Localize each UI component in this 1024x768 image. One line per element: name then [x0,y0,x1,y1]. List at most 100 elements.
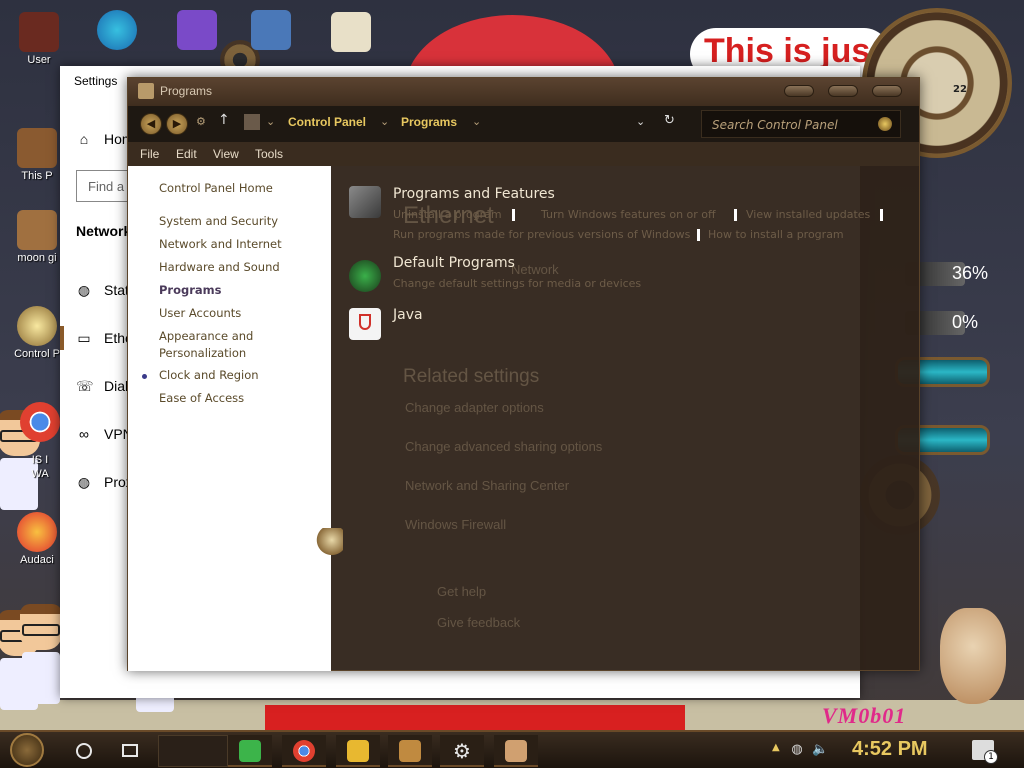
link-change-default-settings[interactable]: Change default settings for media or dev… [393,277,641,290]
link-separator [512,209,515,221]
control-panel-titlebar[interactable]: Programs [128,78,919,106]
wallpaper-gauge-text-1: 36% [952,263,989,283]
wallpaper-gauge-text-2: 0% [952,312,979,332]
taskbar-search-box[interactable] [158,735,228,767]
phone-icon: ☏ [76,378,94,394]
minimize-button[interactable] [784,85,814,97]
settings-nav-vpn[interactable]: ∞ VPN [76,426,133,442]
network-globe-icon[interactable]: ◍ [789,742,805,758]
menu-file[interactable]: File [140,147,159,161]
nav-clock-and-region[interactable]: Clock and Region [159,367,324,384]
category-title-programs-features[interactable]: Programs and Features [393,186,555,202]
cortana-button[interactable] [72,735,96,767]
nav-ease-of-access[interactable]: Ease of Access [159,390,324,407]
visual-studio-icon [177,10,217,50]
globe-icon: ◍ [77,474,91,490]
nav-user-accounts[interactable]: User Accounts [159,305,324,322]
maximize-button[interactable] [828,85,858,97]
settings-title: Settings [74,74,118,88]
desktop-icon-label: User [27,54,51,66]
breadcrumb-programs[interactable]: Programs [401,115,457,129]
settings-gear-icon: ⚙ [453,739,471,763]
desktop-icon-chrome[interactable] [20,402,60,442]
nav-programs[interactable]: Programs [159,282,324,299]
link-separator [880,209,883,221]
desktop-icon-visual-studio[interactable] [162,10,232,50]
menu-edit[interactable]: Edit [176,147,197,161]
desktop-icon-user[interactable]: User [4,12,74,66]
globe-icon: ◍ [77,282,91,298]
nav-network-and-internet[interactable]: Network and Internet [159,236,324,253]
nav-control-panel-home[interactable]: Control Panel Home [159,180,324,197]
taskbar-app-chrome[interactable] [282,735,326,767]
start-button[interactable] [10,733,44,767]
desktop-icon-hxd[interactable] [316,12,386,52]
java-icon [349,308,381,340]
nav-system-and-security[interactable]: System and Security [159,213,324,230]
taskbar-app-file-explorer[interactable] [336,735,380,767]
up-arrow-icon[interactable]: ↑ [218,112,230,128]
edge-browser-icon [97,10,137,50]
ghost-network-label: Network [511,262,559,277]
control-panel-window[interactable]: Programs ◀ ▶ ⚙ ↑ ⌄ Control Panel ⌄ Progr… [127,77,920,671]
forward-button[interactable]: ▶ [166,113,188,135]
category-title-default-programs[interactable]: Default Programs [393,255,515,271]
address-bar: ◀ ▶ ⚙ ↑ ⌄ Control Panel ⌄ Programs ⌄ ⌄ ↻… [128,106,919,142]
ghost-related-link: Change adapter options [405,400,544,415]
notification-count-badge: 1 [984,750,998,764]
programs-features-icon [349,186,381,218]
refresh-icon[interactable]: ↻ [664,113,675,128]
link-how-to-install[interactable]: How to install a program [708,228,844,241]
lightbulb-icon [17,306,57,346]
taskbar-app-notes[interactable] [228,735,272,767]
close-button[interactable] [872,85,902,97]
breadcrumb-chevron-icon[interactable]: ⌄ [380,115,389,128]
breadcrumb-chevron-icon[interactable]: ⌄ [266,115,275,128]
ghost-related-settings: Related settings [403,366,540,387]
breadcrumb-control-panel[interactable]: Control Panel [288,115,366,129]
link-turn-windows-features[interactable]: Turn Windows features on or off [541,208,716,221]
menu-view[interactable]: View [213,147,239,161]
this-pc-icon [17,128,57,168]
moon-icon [17,210,57,250]
address-dropdown-icon[interactable]: ⌄ [636,115,645,128]
menu-bar: File Edit View Tools [128,142,919,166]
ghost-help-link: Give feedback [437,615,521,630]
volume-muted-icon[interactable]: 🔈 [812,742,828,758]
link-run-previous-versions[interactable]: Run programs made for previous versions … [393,228,690,241]
menu-tools[interactable]: Tools [255,147,283,161]
taskbar-app-custom[interactable] [494,735,538,767]
recent-locations-icon[interactable]: ⚙ [196,115,206,128]
breadcrumb-chevron-icon[interactable]: ⌄ [472,115,481,128]
task-view-button[interactable] [118,735,142,767]
task-view-icon [122,744,138,757]
link-view-installed-updates[interactable]: View installed updates [746,208,870,221]
link-uninstall-program[interactable]: Uninstall a program [393,208,502,221]
virtualbox-icon [251,10,291,50]
control-panel-left-nav: Control Panel Home System and Security N… [128,166,331,671]
taskbar-app-settings[interactable]: ⚙ [440,735,484,767]
ghost-related-link: Change advanced sharing options [405,439,603,454]
taskbar-app-photo[interactable] [388,735,432,767]
desktop-icon-edge[interactable] [82,10,152,50]
nav-hardware-and-sound[interactable]: Hardware and Sound [159,259,324,276]
control-panel-title: Programs [160,84,213,98]
active-bullet [142,374,147,379]
desktop-icon-virtualbox[interactable] [236,10,306,50]
photo-app-icon [399,740,421,762]
custom-app-icon [505,740,527,762]
location-icon [244,114,260,130]
tray-chevron-icon[interactable]: ▲ [772,742,782,753]
link-separator [697,229,700,241]
cortana-icon [76,743,92,759]
nav-appearance-and-personalization[interactable]: Appearance and Personalization [159,328,324,362]
back-button[interactable]: ◀ [140,113,162,135]
file-explorer-icon [347,740,369,762]
control-panel-search-input[interactable]: Search Control Panel [701,110,901,138]
hamster-image [940,608,1006,704]
control-panel-main: Ethernet Network Related settings Change… [331,166,921,671]
taskbar-clock[interactable]: 4:52 PM [852,738,928,761]
category-title-java[interactable]: Java [393,307,423,323]
notes-app-icon [239,740,261,762]
ghost-help-link: Get help [437,584,487,599]
